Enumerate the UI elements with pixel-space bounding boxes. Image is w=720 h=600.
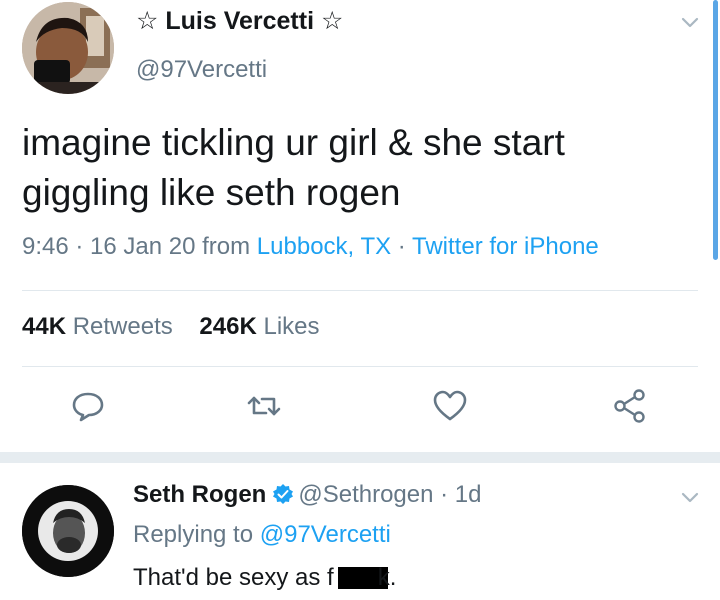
reply-handle-time[interactable]: @Sethrogen · 1d (298, 481, 481, 508)
replying-prefix: Replying to (133, 521, 260, 548)
tweet-text-line: giggling like seth rogen (22, 172, 401, 213)
retweets-label: Retweets (72, 313, 173, 340)
retweets-stat[interactable]: 44K Retweets (22, 313, 173, 340)
divider (22, 366, 698, 367)
likes-stat[interactable]: 246K Likes (199, 313, 319, 340)
replying-handle-link[interactable]: @97Vercetti (260, 521, 391, 548)
likes-label: Likes (263, 313, 320, 340)
main-tweet: ☆ Luis Vercetti ☆ @97Vercetti imagine ti… (0, 0, 720, 452)
reply-avatar[interactable] (22, 485, 114, 577)
scrollbar[interactable] (713, 0, 718, 260)
reply-header: Seth Rogen @Sethrogen · 1d (133, 481, 481, 509)
likes-count: 246K (199, 313, 257, 340)
chevron-down-icon[interactable] (680, 491, 700, 505)
verified-badge-icon (273, 484, 294, 504)
avatar[interactable] (22, 2, 114, 94)
like-icon[interactable] (432, 388, 468, 424)
reply-text-after: k. (377, 564, 397, 591)
divider (22, 290, 698, 291)
client-link[interactable]: Twitter for iPhone (412, 233, 599, 260)
section-separator (0, 452, 720, 463)
reply-tweet: Seth Rogen @Sethrogen · 1d Replying to @… (0, 463, 720, 600)
retweet-icon[interactable] (246, 388, 282, 424)
action-bar (0, 388, 720, 432)
meta-separator: · (391, 233, 413, 260)
reply-text: That'd be sexy as f k. (133, 564, 396, 592)
location-link[interactable]: Lubbock, TX (257, 233, 391, 260)
tweet-meta: 9:46 · 16 Jan 20 from Lubbock, TX · Twit… (22, 233, 599, 261)
tweet-text: imagine tickling ur girl & she start gig… (22, 118, 682, 218)
tweet-timestamp: 9:46 · 16 Jan 20 from (22, 233, 257, 260)
reply-display-name[interactable]: Seth Rogen (133, 481, 266, 508)
share-icon[interactable] (612, 388, 648, 424)
reply-text-before: That'd be sexy as f (133, 564, 334, 591)
tweet-text-line: imagine tickling ur girl & she start (22, 122, 565, 163)
user-handle[interactable]: @97Vercetti (136, 56, 267, 84)
chevron-down-icon[interactable] (680, 16, 700, 30)
reply-icon[interactable] (70, 388, 106, 424)
tweet-stats: 44K Retweets 246K Likes (22, 313, 320, 341)
retweets-count: 44K (22, 313, 67, 340)
display-name[interactable]: ☆ Luis Vercetti ☆ (136, 6, 343, 36)
replying-to: Replying to @97Vercetti (133, 521, 391, 549)
